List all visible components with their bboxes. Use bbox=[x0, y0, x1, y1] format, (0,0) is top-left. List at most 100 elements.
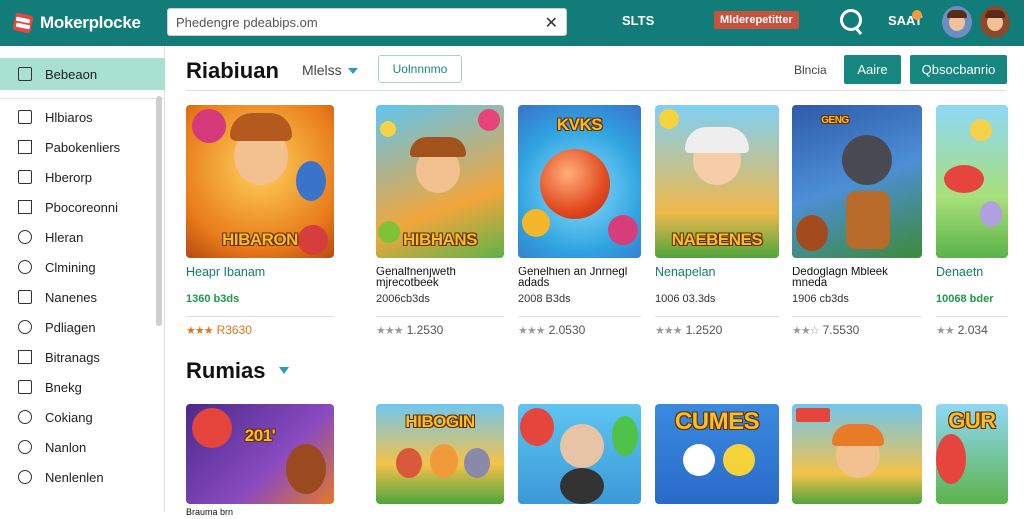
card-title[interactable]: Genalfnenjweth mjrecotbeek bbox=[376, 267, 504, 293]
sidebar-item-label: Pdliagen bbox=[45, 319, 96, 335]
sidebar-item[interactable]: Nanlon bbox=[0, 432, 155, 462]
game-card[interactable]: 201' Brauma brn bbox=[186, 404, 334, 519]
sidebar-item-label: Nenlenlen bbox=[45, 469, 104, 485]
game-thumbnail[interactable]: HIBARON bbox=[186, 105, 334, 258]
sidebar-item-label: Clmining bbox=[45, 259, 96, 275]
card-meta: 2008 B3ds bbox=[518, 293, 571, 305]
clock-icon bbox=[18, 410, 32, 424]
chat-icon bbox=[18, 470, 32, 484]
game-card[interactable] bbox=[518, 404, 641, 504]
grid-icon bbox=[18, 67, 32, 81]
game-card[interactable]: HIBARON Heapr Ibanam 1360 b3ds ★★★ R3630 bbox=[186, 105, 334, 337]
sidebar-item[interactable]: Clmining bbox=[0, 252, 155, 282]
top-nav-link[interactable]: SLTS bbox=[622, 13, 654, 28]
chevron-down-icon bbox=[347, 68, 358, 75]
document-icon bbox=[18, 110, 32, 124]
card-divider bbox=[376, 316, 504, 317]
card-rating: ★★ 2.034 bbox=[936, 323, 1008, 337]
game-card[interactable]: KVKS Genelhien an Jnrnegl adads 2008 B3d… bbox=[518, 105, 641, 337]
avatar[interactable] bbox=[942, 6, 972, 38]
sidebar-scrollbar[interactable] bbox=[156, 96, 162, 326]
game-thumbnail[interactable]: CUMES bbox=[655, 404, 779, 504]
card-title[interactable]: Heapr Ibanam bbox=[186, 267, 334, 293]
game-thumbnail[interactable] bbox=[792, 404, 922, 504]
game-thumbnail[interactable]: KVKS bbox=[518, 105, 641, 258]
game-thumbnail[interactable]: 201' bbox=[186, 404, 334, 504]
game-card[interactable] bbox=[792, 404, 922, 504]
card-divider bbox=[936, 316, 1008, 317]
secondary-button[interactable]: Qbsocbanrio bbox=[910, 55, 1007, 84]
rating-value: R3630 bbox=[216, 323, 252, 337]
search-input[interactable] bbox=[176, 14, 536, 30]
game-card[interactable]: HIBOGIN bbox=[376, 404, 504, 504]
game-card[interactable]: NAEBENES Nenapelan 1006 03.3ds ★★★ 1.2520 bbox=[655, 105, 779, 337]
sort-label[interactable]: Blncia bbox=[794, 63, 827, 77]
card-meta: 2006cb3ds bbox=[376, 293, 430, 305]
game-card[interactable]: GUR bbox=[936, 404, 1008, 504]
sidebar-item-label: Pabokenliers bbox=[45, 139, 121, 155]
card-title[interactable]: Brauma brn bbox=[186, 507, 334, 519]
card-rating: ★★★ R3630 bbox=[186, 323, 334, 337]
star-rating-icon: ★★☆ bbox=[792, 324, 820, 337]
sidebar-item-label: Pbocoreonni bbox=[45, 199, 118, 215]
sidebar-item[interactable]: Bitranags bbox=[0, 342, 155, 372]
game-thumbnail[interactable] bbox=[518, 404, 641, 504]
sidebar-item-active[interactable]: Bebeaon bbox=[0, 58, 165, 90]
card-title[interactable]: Genelhien an Jnrnegl adads bbox=[518, 267, 641, 293]
bookmark-icon bbox=[18, 200, 32, 214]
image-icon bbox=[18, 170, 32, 184]
circle-icon bbox=[18, 260, 32, 274]
card-rating: ★★★ 1.2530 bbox=[376, 323, 504, 337]
card-title[interactable]: Dedoglagn Mbleek mneda bbox=[792, 267, 922, 293]
thumbnail-title: KVKS bbox=[556, 115, 603, 134]
game-thumbnail[interactable]: GENG bbox=[792, 105, 922, 258]
game-card[interactable]: CUMES bbox=[655, 404, 779, 504]
close-icon[interactable]: ✕ bbox=[545, 13, 558, 33]
card-meta: 1006 03.3ds bbox=[655, 293, 716, 305]
game-thumbnail[interactable] bbox=[936, 105, 1008, 258]
app-logo[interactable]: Mokerplocke bbox=[12, 12, 172, 34]
thumbnail-title: HIBHANS bbox=[403, 230, 477, 249]
game-thumbnail[interactable]: NAEBENES bbox=[655, 105, 779, 258]
square-icon bbox=[18, 140, 32, 154]
sidebar-item[interactable]: Hlbiaros bbox=[0, 102, 155, 132]
star-rating-icon: ★★ bbox=[936, 324, 955, 337]
sidebar-item-label: Bitranags bbox=[45, 349, 100, 365]
tag-button[interactable]: Uolnnnmo bbox=[378, 55, 462, 83]
primary-button[interactable]: Aaire bbox=[844, 55, 901, 84]
sidebar-item[interactable]: Cokiang bbox=[0, 402, 155, 432]
game-card[interactable]: GENG Dedoglagn Mbleek mneda 1906 cb3ds ★… bbox=[792, 105, 922, 337]
filter-dropdown[interactable]: Mlelss bbox=[302, 62, 358, 78]
sidebar-item-label: Bebeaon bbox=[45, 66, 98, 82]
card-divider bbox=[518, 316, 641, 317]
main-content: Riabiuan Mlelss Uolnnnmo Blncia Aaire Qb… bbox=[166, 46, 1024, 517]
game-thumbnail[interactable]: HIBHANS bbox=[376, 105, 504, 258]
game-thumbnail[interactable]: GUR bbox=[936, 404, 1008, 504]
sidebar-item[interactable]: Nenlenlen bbox=[0, 462, 155, 492]
logo-icon bbox=[12, 12, 34, 34]
game-card[interactable]: HIBHANS Genalfnenjweth mjrecotbeek 2006c… bbox=[376, 105, 504, 337]
top-bar: Mokerplocke ✕ SLTS Mlderepetitter SAAT bbox=[0, 0, 1024, 46]
search-help-icon[interactable] bbox=[840, 9, 862, 31]
thumbnail-title: NAEBENES bbox=[671, 230, 763, 249]
sidebar-item-label: Cokiang bbox=[45, 409, 93, 425]
card-title[interactable]: Denaetn bbox=[936, 267, 1008, 293]
sidebar-item[interactable]: Nanenes bbox=[0, 282, 155, 312]
sidebar-item[interactable]: Bnekg bbox=[0, 372, 155, 402]
card-title[interactable]: Nenapelan bbox=[655, 267, 779, 293]
chevron-down-icon[interactable] bbox=[279, 367, 289, 374]
game-thumbnail[interactable]: HIBOGIN bbox=[376, 404, 504, 504]
sidebar-item[interactable]: Hleran bbox=[0, 222, 155, 252]
top-badge[interactable]: Mlderepetitter bbox=[714, 11, 799, 29]
sidebar-item[interactable]: Hberorp bbox=[0, 162, 155, 192]
search-bar[interactable]: ✕ bbox=[167, 8, 567, 36]
filter-label: Mlelss bbox=[302, 62, 342, 78]
sidebar-item-label: Hlbiaros bbox=[45, 109, 93, 125]
game-card[interactable]: Denaetn 10068 bder ★★ 2.034 bbox=[936, 105, 1008, 337]
avatar[interactable] bbox=[980, 6, 1010, 38]
section-title: Riabiuan bbox=[186, 58, 279, 83]
sidebar-item[interactable]: Pabokenliers bbox=[0, 132, 155, 162]
sidebar-item[interactable]: Pdliagen bbox=[0, 312, 155, 342]
sidebar-item[interactable]: Pbocoreonni bbox=[0, 192, 155, 222]
star-rating-icon: ★★★ bbox=[376, 324, 404, 337]
